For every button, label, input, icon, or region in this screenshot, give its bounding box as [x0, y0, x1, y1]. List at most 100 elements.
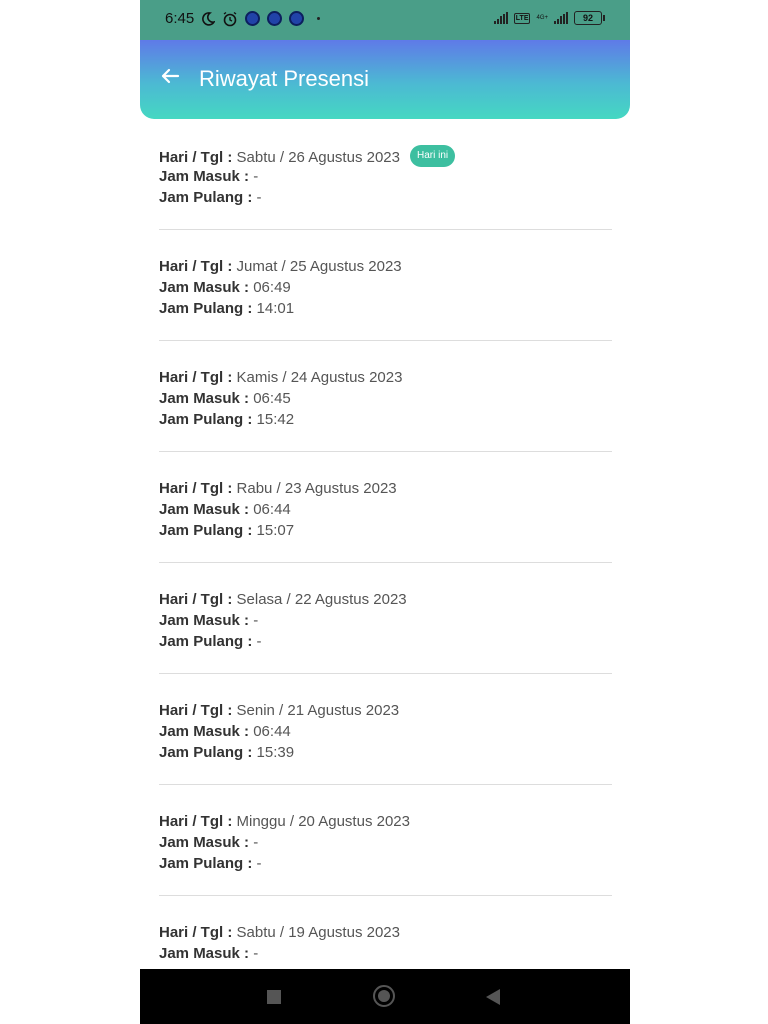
out-row: Jam Pulang : 15:42: [159, 411, 294, 428]
in-row: Jam Masuk : 06:49: [159, 279, 291, 296]
in-row: Jam Masuk : -: [159, 168, 258, 185]
out-label: Jam Pulang :: [159, 411, 253, 428]
out-row: Jam Pulang : -: [159, 855, 262, 872]
in-value: -: [253, 834, 259, 851]
list-item[interactable]: Hari / Tgl : Minggu / 20 Agustus 2023 Ja…: [159, 785, 612, 896]
phone-screen: 6:45 LTE 4G+ 92 Riwayat Presensi Hari / …: [140, 0, 630, 1024]
more-notifications-dot: [317, 17, 321, 20]
out-value: -: [256, 855, 262, 872]
in-value: -: [253, 168, 259, 185]
date-label: Hari / Tgl :: [159, 591, 233, 608]
in-value: 06:45: [253, 390, 291, 407]
in-label: Jam Masuk :: [159, 945, 250, 962]
date-row: Hari / Tgl : Jumat / 25 Agustus 2023: [159, 258, 402, 275]
list-item[interactable]: Hari / Tgl : Rabu / 23 Agustus 2023 Jam …: [159, 452, 612, 563]
in-label: Jam Masuk :: [159, 723, 250, 740]
back-arrow-icon[interactable]: [158, 64, 182, 88]
in-row: Jam Masuk : 06:44: [159, 501, 291, 518]
alarm-icon: [223, 11, 237, 26]
out-value: 14:01: [256, 300, 295, 317]
app-notification-icon-2: [289, 11, 305, 26]
in-label: Jam Masuk :: [159, 279, 250, 296]
list-item[interactable]: Hari / Tgl : Jumat / 25 Agustus 2023 Jam…: [159, 230, 612, 341]
telegram-icon: [267, 11, 283, 26]
today-badge: Hari ini: [409, 145, 456, 167]
date-value: Sabtu / 26 Agustus 2023: [236, 148, 400, 166]
lte-icon: LTE: [513, 12, 531, 24]
out-row: Jam Pulang : -: [159, 633, 262, 650]
in-row: Jam Masuk : 06:45: [159, 390, 291, 407]
status-left: 6:45: [165, 10, 321, 27]
out-value: 15:07: [256, 522, 295, 539]
date-label: Hari / Tgl :: [159, 813, 233, 830]
list-item[interactable]: Hari / Tgl : Kamis / 24 Agustus 2023 Jam…: [159, 341, 612, 452]
in-label: Jam Masuk :: [159, 612, 250, 629]
network-type: 4G+: [536, 15, 548, 21]
out-label: Jam Pulang :: [159, 300, 253, 317]
out-value: -: [256, 633, 262, 650]
app-notification-icon: [245, 11, 261, 26]
attendance-list: Hari / Tgl : Sabtu / 26 Agustus 2023 Hari…: [159, 119, 612, 1007]
in-label: Jam Masuk :: [159, 834, 250, 851]
date-value: Kamis / 24 Agustus 2023: [236, 369, 403, 386]
in-label: Jam Masuk :: [159, 390, 250, 407]
in-row: Jam Masuk : -: [159, 945, 258, 962]
list-item[interactable]: Hari / Tgl : Senin / 21 Agustus 2023 Jam…: [159, 674, 612, 785]
in-value: -: [253, 612, 259, 629]
out-value: 15:39: [256, 744, 295, 761]
out-row: Jam Pulang : 14:01: [159, 300, 294, 317]
date-label: Hari / Tgl :: [159, 369, 233, 386]
date-label: Hari / Tgl :: [159, 924, 233, 941]
out-label: Jam Pulang :: [159, 744, 253, 761]
app-bar: Riwayat Presensi: [140, 40, 630, 119]
in-row: Jam Masuk : -: [159, 612, 258, 629]
list-item[interactable]: Hari / Tgl : Sabtu / 26 Agustus 2023 Hari…: [159, 119, 612, 230]
date-value: Sabtu / 19 Agustus 2023: [236, 924, 400, 941]
date-value: Minggu / 20 Agustus 2023: [236, 813, 410, 830]
out-value: 15:42: [256, 411, 295, 428]
date-row: Hari / Tgl : Senin / 21 Agustus 2023: [159, 702, 399, 719]
date-value: Selasa / 22 Agustus 2023: [236, 591, 407, 608]
date-label: Hari / Tgl :: [159, 702, 233, 719]
list-item[interactable]: Hari / Tgl : Selasa / 22 Agustus 2023 Ja…: [159, 563, 612, 674]
out-label: Jam Pulang :: [159, 522, 253, 539]
out-label: Jam Pulang :: [159, 633, 253, 650]
battery-icon: 92: [574, 11, 605, 25]
signal-icon: [493, 12, 508, 24]
system-back-button[interactable]: [486, 989, 500, 1005]
in-row: Jam Masuk : -: [159, 834, 258, 851]
status-bar: 6:45 LTE 4G+ 92: [140, 0, 630, 40]
date-value: Jumat / 25 Agustus 2023: [236, 258, 402, 275]
system-nav-bar: [140, 969, 630, 1024]
out-row: Jam Pulang : -: [159, 189, 262, 206]
date-row: Hari / Tgl : Minggu / 20 Agustus 2023: [159, 813, 410, 830]
date-row: Hari / Tgl : Sabtu / 26 Agustus 2023 Hari…: [159, 145, 456, 169]
in-label: Jam Masuk :: [159, 501, 250, 518]
date-row: Hari / Tgl : Kamis / 24 Agustus 2023: [159, 369, 402, 386]
date-row: Hari / Tgl : Sabtu / 19 Agustus 2023: [159, 924, 400, 941]
home-button[interactable]: [373, 985, 395, 1007]
out-row: Jam Pulang : 15:07: [159, 522, 294, 539]
signal-icon-2: [554, 12, 568, 24]
date-value: Senin / 21 Agustus 2023: [236, 702, 400, 719]
date-row: Hari / Tgl : Selasa / 22 Agustus 2023: [159, 591, 407, 608]
out-row: Jam Pulang : 15:39: [159, 744, 294, 761]
in-value: 06:49: [253, 279, 291, 296]
date-label: Hari / Tgl :: [159, 480, 233, 497]
in-value: 06:44: [253, 723, 291, 740]
date-value: Rabu / 23 Agustus 2023: [236, 480, 397, 497]
moon-icon: [202, 11, 216, 26]
in-value: 06:44: [253, 501, 291, 518]
in-row: Jam Masuk : 06:44: [159, 723, 291, 740]
date-label: Hari / Tgl :: [159, 148, 233, 166]
status-right: LTE 4G+ 92: [493, 11, 605, 25]
out-label: Jam Pulang :: [159, 855, 253, 872]
date-label: Hari / Tgl :: [159, 258, 233, 275]
out-value: -: [256, 189, 262, 206]
recent-apps-button[interactable]: [267, 990, 281, 1004]
status-time: 6:45: [165, 10, 195, 27]
in-value: -: [253, 945, 259, 962]
date-row: Hari / Tgl : Rabu / 23 Agustus 2023: [159, 480, 397, 497]
out-label: Jam Pulang :: [159, 189, 253, 206]
in-label: Jam Masuk :: [159, 168, 250, 185]
